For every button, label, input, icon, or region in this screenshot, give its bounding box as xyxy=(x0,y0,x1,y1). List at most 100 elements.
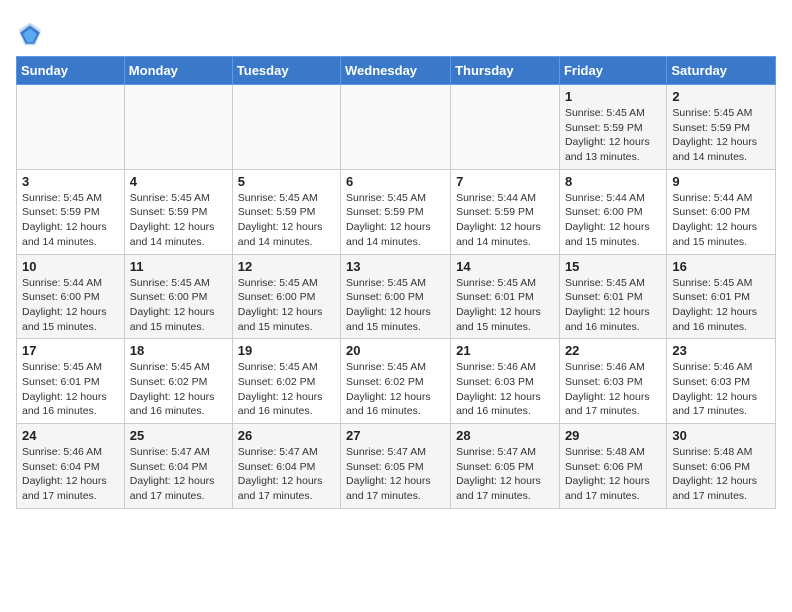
header-wednesday: Wednesday xyxy=(341,57,451,85)
calendar-cell: 2Sunrise: 5:45 AMSunset: 5:59 PMDaylight… xyxy=(667,85,776,170)
day-number: 25 xyxy=(130,428,227,443)
day-number: 6 xyxy=(346,174,445,189)
calendar-cell: 15 Sunrise: 5:45 AMSunset: 6:01 PMDayligh… xyxy=(559,254,666,339)
day-number: 26 xyxy=(238,428,335,443)
day-info: Sunrise: 5:44 AMSunset: 6:00 PMDaylight:… xyxy=(565,191,661,250)
calendar-cell: 18Sunrise: 5:45 AMSunset: 6:02 PMDayligh… xyxy=(124,339,232,424)
calendar-week-row: 24 Sunrise: 5:46 AMSunset: 6:04 PMDayligh… xyxy=(17,424,776,509)
day-number: 21 xyxy=(456,343,554,358)
day-info: Sunrise: 5:45 AMSunset: 6:02 PMDaylight:… xyxy=(130,360,227,419)
day-info: Sunrise: 5:44 AMSunset: 6:00 PMDaylight:… xyxy=(22,276,119,335)
calendar-cell: 20Sunrise: 5:45 AMSunset: 6:02 PMDayligh… xyxy=(341,339,451,424)
day-info: Sunrise: 5:45 AMSunset: 6:00 PMDaylight:… xyxy=(346,276,445,335)
calendar-table: SundayMondayTuesdayWednesdayThursdayFrid… xyxy=(16,56,776,509)
day-info: Sunrise: 5:46 AMSunset: 6:03 PMDaylight:… xyxy=(565,360,661,419)
day-info: Sunrise: 5:46 AMSunset: 6:04 PMDaylight:… xyxy=(22,445,119,504)
day-info: Sunrise: 5:46 AMSunset: 6:03 PMDaylight:… xyxy=(456,360,554,419)
calendar-cell: 29 Sunrise: 5:48 AMSunset: 6:06 PMDayligh… xyxy=(559,424,666,509)
day-info: Sunrise: 5:45 AMSunset: 6:00 PMDaylight:… xyxy=(238,276,335,335)
day-info: Sunrise: 5:45 AMSunset: 6:01 PMDaylight:… xyxy=(672,276,770,335)
day-info: Sunrise: 5:45 AMSunset: 5:59 PMDaylight:… xyxy=(238,191,335,250)
calendar-cell: 25 Sunrise: 5:47 AMSunset: 6:04 PMDayligh… xyxy=(124,424,232,509)
calendar-week-row: 17 Sunrise: 5:45 AMSunset: 6:01 PMDayligh… xyxy=(17,339,776,424)
day-number: 23 xyxy=(672,343,770,358)
day-number: 29 xyxy=(565,428,661,443)
header-friday: Friday xyxy=(559,57,666,85)
day-info: Sunrise: 5:45 AMSunset: 5:59 PMDaylight:… xyxy=(346,191,445,250)
calendar-cell: 26 Sunrise: 5:47 AMSunset: 6:04 PMDayligh… xyxy=(232,424,340,509)
calendar-cell: 8 Sunrise: 5:44 AMSunset: 6:00 PMDaylight… xyxy=(559,169,666,254)
calendar-cell: 16 Sunrise: 5:45 AMSunset: 6:01 PMDayligh… xyxy=(667,254,776,339)
day-number: 22 xyxy=(565,343,661,358)
day-info: Sunrise: 5:45 AMSunset: 5:59 PMDaylight:… xyxy=(130,191,227,250)
calendar-cell: 9 Sunrise: 5:44 AMSunset: 6:00 PMDaylight… xyxy=(667,169,776,254)
day-number: 28 xyxy=(456,428,554,443)
day-info: Sunrise: 5:47 AMSunset: 6:04 PMDaylight:… xyxy=(238,445,335,504)
calendar-cell: 10 Sunrise: 5:44 AMSunset: 6:00 PMDayligh… xyxy=(17,254,125,339)
logo xyxy=(16,20,46,48)
day-info: Sunrise: 5:45 AMSunset: 5:59 PMDaylight:… xyxy=(22,191,119,250)
day-number: 12 xyxy=(238,259,335,274)
day-info: Sunrise: 5:44 AMSunset: 6:00 PMDaylight:… xyxy=(672,191,770,250)
day-number: 15 xyxy=(565,259,661,274)
calendar-cell: 11Sunrise: 5:45 AMSunset: 6:00 PMDayligh… xyxy=(124,254,232,339)
calendar-cell: 5 Sunrise: 5:45 AMSunset: 5:59 PMDaylight… xyxy=(232,169,340,254)
header xyxy=(16,16,776,48)
day-info: Sunrise: 5:47 AMSunset: 6:05 PMDaylight:… xyxy=(346,445,445,504)
calendar-cell xyxy=(232,85,340,170)
calendar-cell: 4 Sunrise: 5:45 AMSunset: 5:59 PMDaylight… xyxy=(124,169,232,254)
calendar-cell: 21 Sunrise: 5:46 AMSunset: 6:03 PMDayligh… xyxy=(451,339,560,424)
calendar-cell: 24 Sunrise: 5:46 AMSunset: 6:04 PMDayligh… xyxy=(17,424,125,509)
day-info: Sunrise: 5:45 AMSunset: 6:01 PMDaylight:… xyxy=(22,360,119,419)
day-number: 5 xyxy=(238,174,335,189)
logo-icon xyxy=(16,20,44,48)
day-info: Sunrise: 5:47 AMSunset: 6:05 PMDaylight:… xyxy=(456,445,554,504)
day-number: 16 xyxy=(672,259,770,274)
day-info: Sunrise: 5:44 AMSunset: 5:59 PMDaylight:… xyxy=(456,191,554,250)
day-number: 19 xyxy=(238,343,335,358)
day-info: Sunrise: 5:48 AMSunset: 6:06 PMDaylight:… xyxy=(672,445,770,504)
day-number: 8 xyxy=(565,174,661,189)
day-number: 30 xyxy=(672,428,770,443)
calendar-cell: 30 Sunrise: 5:48 AMSunset: 6:06 PMDayligh… xyxy=(667,424,776,509)
calendar-cell: 14 Sunrise: 5:45 AMSunset: 6:01 PMDayligh… xyxy=(451,254,560,339)
calendar-cell: 3 Sunrise: 5:45 AMSunset: 5:59 PMDaylight… xyxy=(17,169,125,254)
day-number: 10 xyxy=(22,259,119,274)
day-info: Sunrise: 5:45 AMSunset: 5:59 PMDaylight:… xyxy=(672,106,770,165)
calendar-week-row: 3 Sunrise: 5:45 AMSunset: 5:59 PMDaylight… xyxy=(17,169,776,254)
day-info: Sunrise: 5:45 AMSunset: 6:01 PMDaylight:… xyxy=(456,276,554,335)
day-number: 3 xyxy=(22,174,119,189)
day-number: 14 xyxy=(456,259,554,274)
day-number: 24 xyxy=(22,428,119,443)
calendar-cell: 27Sunrise: 5:47 AMSunset: 6:05 PMDayligh… xyxy=(341,424,451,509)
calendar-cell: 12 Sunrise: 5:45 AMSunset: 6:00 PMDayligh… xyxy=(232,254,340,339)
day-info: Sunrise: 5:48 AMSunset: 6:06 PMDaylight:… xyxy=(565,445,661,504)
day-number: 17 xyxy=(22,343,119,358)
calendar-cell xyxy=(124,85,232,170)
day-info: Sunrise: 5:45 AMSunset: 6:02 PMDaylight:… xyxy=(238,360,335,419)
calendar-cell: 1 Sunrise: 5:45 AMSunset: 5:59 PMDaylight… xyxy=(559,85,666,170)
calendar-cell: 7 Sunrise: 5:44 AMSunset: 5:59 PMDaylight… xyxy=(451,169,560,254)
day-number: 1 xyxy=(565,89,661,104)
header-sunday: Sunday xyxy=(17,57,125,85)
calendar-cell xyxy=(341,85,451,170)
header-tuesday: Tuesday xyxy=(232,57,340,85)
day-number: 4 xyxy=(130,174,227,189)
calendar-cell: 6 Sunrise: 5:45 AMSunset: 5:59 PMDaylight… xyxy=(341,169,451,254)
calendar-cell: 13 Sunrise: 5:45 AMSunset: 6:00 PMDayligh… xyxy=(341,254,451,339)
calendar-cell xyxy=(17,85,125,170)
day-info: Sunrise: 5:45 AMSunset: 6:00 PMDaylight:… xyxy=(130,276,227,335)
day-info: Sunrise: 5:47 AMSunset: 6:04 PMDaylight:… xyxy=(130,445,227,504)
day-info: Sunrise: 5:45 AMSunset: 6:01 PMDaylight:… xyxy=(565,276,661,335)
day-number: 13 xyxy=(346,259,445,274)
calendar-cell: 23 Sunrise: 5:46 AMSunset: 6:03 PMDayligh… xyxy=(667,339,776,424)
calendar-cell: 28 Sunrise: 5:47 AMSunset: 6:05 PMDayligh… xyxy=(451,424,560,509)
day-info: Sunrise: 5:46 AMSunset: 6:03 PMDaylight:… xyxy=(672,360,770,419)
calendar-week-row: 1 Sunrise: 5:45 AMSunset: 5:59 PMDaylight… xyxy=(17,85,776,170)
day-info: Sunrise: 5:45 AMSunset: 5:59 PMDaylight:… xyxy=(565,106,661,165)
calendar-cell: 22 Sunrise: 5:46 AMSunset: 6:03 PMDayligh… xyxy=(559,339,666,424)
day-number: 7 xyxy=(456,174,554,189)
header-thursday: Thursday xyxy=(451,57,560,85)
day-number: 20 xyxy=(346,343,445,358)
day-number: 9 xyxy=(672,174,770,189)
